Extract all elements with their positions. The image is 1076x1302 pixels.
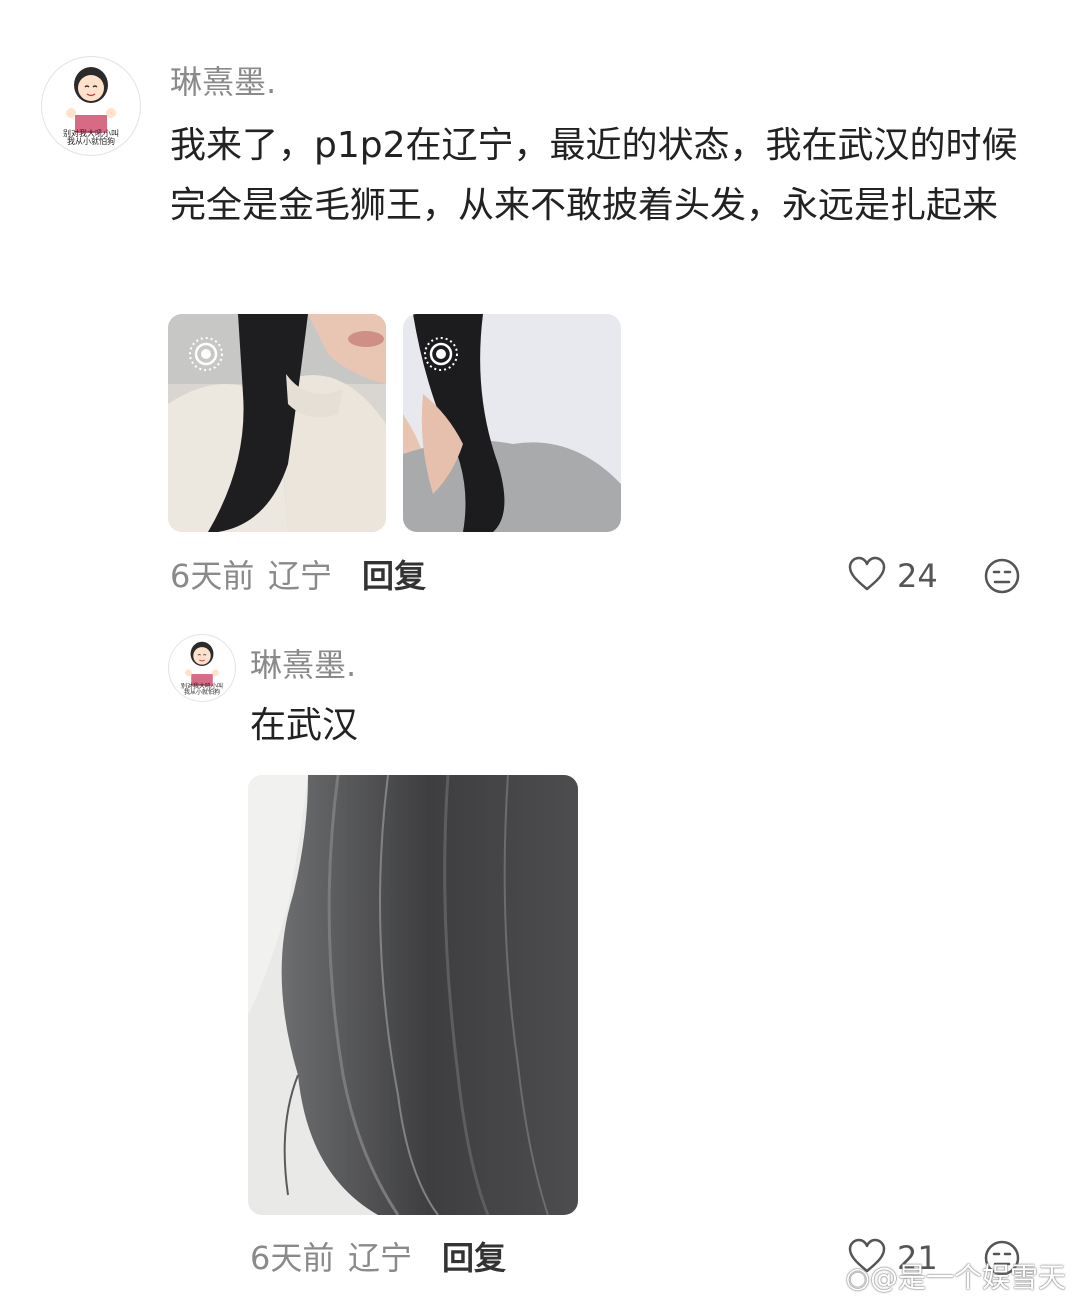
comment-text: 我来了，p1p2在辽宁，最近的状态，我在武汉的时候完全是金毛狮王，从来不敢披着头… — [170, 125, 1018, 226]
avatar[interactable]: 别对我大吼小叫 我从小就怕狗 — [41, 56, 141, 156]
reply-time: 6天前 — [250, 1239, 335, 1277]
comment-location: 辽宁 — [268, 557, 333, 595]
photo-content — [248, 775, 578, 1215]
reply-button[interactable]: 回复 — [362, 556, 426, 596]
reply-image[interactable] — [248, 775, 578, 1215]
weibo-logo-icon: ◉ — [845, 1261, 870, 1294]
reply-text: 在武汉 — [250, 705, 359, 746]
heart-outline-icon[interactable] — [848, 556, 886, 592]
reply-avatar[interactable]: 别对我大吼小叫 我从小就怕狗 — [168, 634, 236, 702]
live-photo-icon — [189, 337, 223, 371]
avatar-caption-line2: 我从小就怕狗 — [67, 137, 115, 147]
live-photo-icon — [424, 337, 458, 371]
like-count: 24 — [897, 557, 938, 595]
comment-time: 6天前 — [170, 557, 255, 595]
reply-reply-button[interactable]: 回复 — [442, 1238, 506, 1278]
reply-location: 辽宁 — [348, 1239, 413, 1277]
comment-image-2[interactable] — [403, 314, 621, 532]
reply-username[interactable]: 琳熹墨. — [250, 645, 356, 685]
comment-username[interactable]: 琳熹墨. — [170, 62, 276, 102]
watermark: ◉@是一个娱雪天 — [846, 1256, 1066, 1296]
comment-image-1[interactable] — [168, 314, 386, 532]
watermark-text: @是一个娱雪天 — [869, 1261, 1066, 1294]
neutral-face-icon[interactable] — [983, 557, 1021, 595]
avatar-caption-line2: 我从小就怕狗 — [183, 689, 220, 697]
